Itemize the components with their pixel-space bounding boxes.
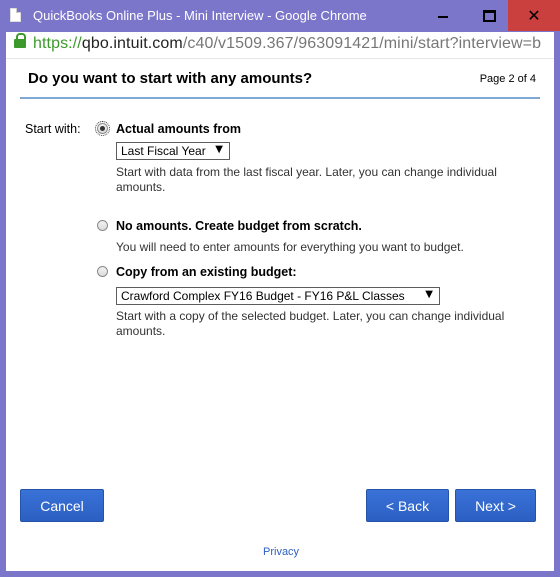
- option-copy-budget-description: Start with a copy of the selected budget…: [116, 309, 505, 338]
- page-content: Do you want to start with any amounts? P…: [6, 59, 554, 571]
- fiscal-year-select[interactable]: Last Fiscal Year ▼: [116, 142, 230, 160]
- back-button[interactable]: < Back: [366, 489, 449, 522]
- address-bar[interactable]: https://qbo.intuit.com/c40/v1509.367/963…: [6, 32, 554, 59]
- maximize-icon: [482, 9, 496, 22]
- option-actual-amounts-label[interactable]: Actual amounts from: [116, 122, 241, 136]
- lock-icon: [14, 33, 26, 48]
- fiscal-year-select-value: Last Fiscal Year: [121, 144, 206, 158]
- radio-actual-amounts[interactable]: [95, 121, 110, 136]
- browser-window: QuickBooks Online Plus - Mini Interview …: [0, 0, 560, 577]
- chevron-down-icon: ▼: [425, 289, 433, 300]
- title-bar[interactable]: QuickBooks Online Plus - Mini Interview …: [0, 0, 560, 32]
- document-icon: [10, 8, 21, 22]
- interview-header: Do you want to start with any amounts? P…: [20, 67, 540, 99]
- close-button[interactable]: ✕: [508, 0, 560, 31]
- option-no-amounts-label[interactable]: No amounts. Create budget from scratch.: [116, 219, 362, 233]
- option-copy-budget-label[interactable]: Copy from an existing budget:: [116, 265, 297, 279]
- option-no-amounts-description: You will need to enter amounts for every…: [116, 240, 464, 254]
- close-icon: ✕: [527, 6, 541, 25]
- window-title: QuickBooks Online Plus - Mini Interview …: [33, 8, 367, 23]
- minimize-button[interactable]: [420, 0, 466, 31]
- radio-no-amounts[interactable]: [97, 220, 108, 231]
- next-button[interactable]: Next >: [455, 489, 536, 522]
- option-actual-amounts-description: Start with data from the last fiscal yea…: [116, 165, 497, 194]
- url-text[interactable]: https://qbo.intuit.com/c40/v1509.367/963…: [33, 35, 541, 53]
- start-with-label: Start with:: [25, 122, 81, 136]
- page-title: Do you want to start with any amounts?: [28, 70, 313, 87]
- cancel-button[interactable]: Cancel: [20, 489, 104, 522]
- minimize-icon: [438, 15, 448, 18]
- maximize-button[interactable]: [466, 0, 512, 31]
- page-indicator: Page 2 of 4: [479, 73, 536, 85]
- existing-budget-select[interactable]: Crawford Complex FY16 Budget - FY16 P&L …: [116, 287, 440, 305]
- url-scheme: https://: [33, 35, 82, 52]
- privacy-link[interactable]: Privacy: [263, 546, 299, 558]
- url-path: /c40/v1509.367/963091421/mini/start?inte…: [182, 35, 542, 52]
- radio-copy-budget[interactable]: [97, 266, 108, 277]
- chevron-down-icon: ▼: [215, 144, 223, 155]
- existing-budget-select-value: Crawford Complex FY16 Budget - FY16 P&L …: [121, 289, 405, 303]
- url-host: qbo.intuit.com: [81, 35, 183, 52]
